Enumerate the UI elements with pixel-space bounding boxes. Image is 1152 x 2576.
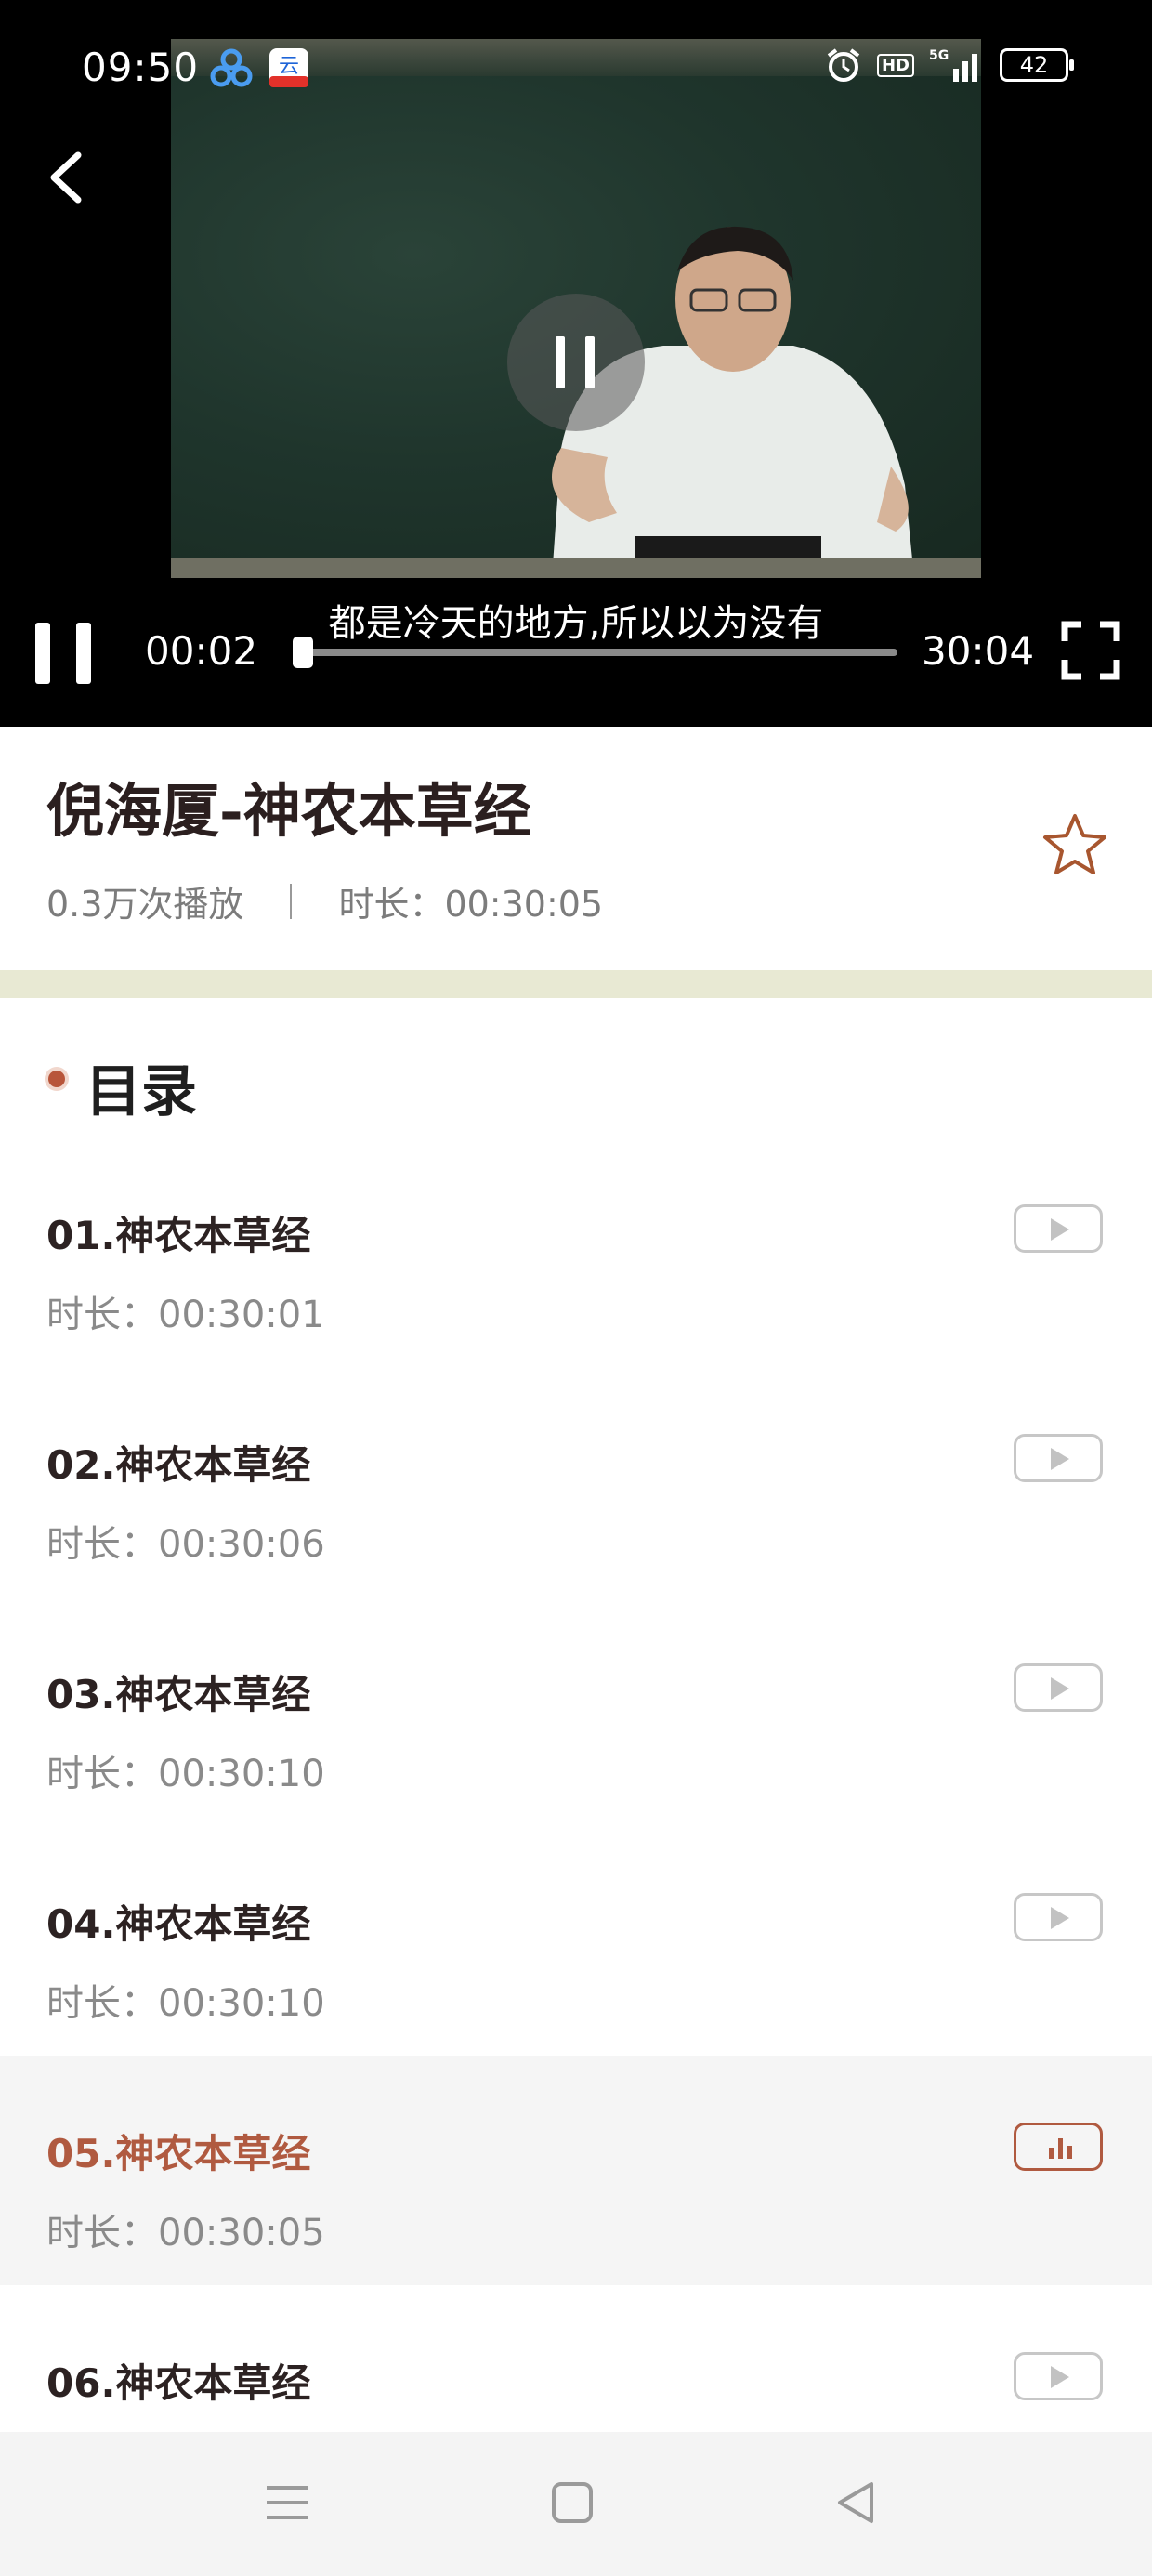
back-arrow-icon[interactable] [37, 144, 93, 209]
episode-duration: 时长：00:30:05 [46, 2212, 325, 2254]
fullscreen-icon[interactable] [1061, 621, 1120, 680]
progress-slider[interactable] [292, 637, 897, 668]
episode-list: 01.神农本草经 时长：00:30:01 02.神农本草经 时长：00:30:0… [0, 1137, 1152, 2515]
course-title: 倪海厦-神农本草经 [46, 777, 531, 845]
app-notification-icon [210, 48, 253, 87]
episode-duration: 时长：00:30:06 [46, 1523, 325, 1566]
episode-item-active[interactable]: 05.神农本草经 时长：00:30:05 [0, 2056, 1152, 2285]
play-count: 0.3万次播放 [46, 884, 244, 925]
episode-title: 04.神农本草经 [46, 1901, 311, 1947]
section-divider [0, 970, 1152, 998]
total-time: 30:04 [922, 628, 1035, 674]
catalog-heading: 目录 [85, 1059, 197, 1124]
blackboard-ledge [171, 558, 981, 578]
episode-item[interactable]: 03.神农本草经 时长：00:30:10 [0, 1597, 1152, 1826]
episode-duration: 时长：00:30:10 [46, 1982, 325, 2025]
home-square-icon[interactable] [544, 2475, 600, 2530]
svg-text:5G: 5G [929, 48, 949, 63]
center-pause-button[interactable] [507, 294, 645, 431]
course-info: 倪海厦-神农本草经 0.3万次播放 时长：00:30:05 [0, 727, 1152, 970]
battery-indicator: 42 [1000, 48, 1074, 82]
episode-title: 03.神农本草经 [46, 1672, 311, 1717]
play-icon[interactable] [1014, 1893, 1103, 1941]
signal-5g-icon: 5G [929, 48, 977, 82]
pause-button[interactable] [35, 623, 91, 684]
cloud-app-icon: 云 [269, 48, 308, 87]
now-playing-icon[interactable] [1014, 2123, 1103, 2171]
current-time: 00:02 [145, 628, 258, 674]
play-icon[interactable] [1014, 1434, 1103, 1482]
episode-title: 01.神农本草经 [46, 1213, 311, 1258]
episode-duration: 时长：00:30:01 [46, 1294, 325, 1336]
menu-icon[interactable] [259, 2475, 315, 2530]
system-nav-bar [0, 2432, 1152, 2576]
episode-duration: 时长：00:30:10 [46, 1753, 325, 1795]
catalog-header: 目录 [0, 998, 1152, 1137]
star-outline-icon[interactable] [1041, 810, 1109, 879]
play-icon[interactable] [1014, 2352, 1103, 2400]
episode-item[interactable]: 01.神农本草经 时长：00:30:01 [0, 1137, 1152, 1367]
episode-title: 06.神农本草经 [46, 2360, 311, 2406]
status-time: 09:50 [82, 45, 200, 90]
course-meta: 0.3万次播放 时长：00:30:05 [46, 875, 603, 927]
meta-separator [290, 883, 293, 919]
progress-thumb[interactable] [292, 637, 313, 668]
catalog-bullet-icon [48, 1071, 65, 1087]
back-triangle-icon[interactable] [829, 2475, 884, 2530]
svg-text:云: 云 [279, 55, 299, 78]
hd-badge: HD [876, 53, 914, 77]
episode-title: 02.神农本草经 [46, 1442, 311, 1488]
video-player[interactable]: 09:50 云 HD 5G 42 都是冷天的地方,所以以为没有 00:02 30… [0, 0, 1152, 727]
episode-item[interactable]: 04.神农本草经 时长：00:30:10 [0, 1826, 1152, 2056]
episode-item[interactable]: 02.神农本草经 时长：00:30:06 [0, 1367, 1152, 1597]
alarm-icon [827, 48, 860, 82]
course-duration: 时长：00:30:05 [338, 884, 604, 925]
status-bar: 09:50 云 HD 5G 42 [0, 0, 1152, 139]
episode-title: 05.神农本草经 [46, 2131, 311, 2176]
play-icon[interactable] [1014, 1204, 1103, 1253]
play-icon[interactable] [1014, 1663, 1103, 1712]
